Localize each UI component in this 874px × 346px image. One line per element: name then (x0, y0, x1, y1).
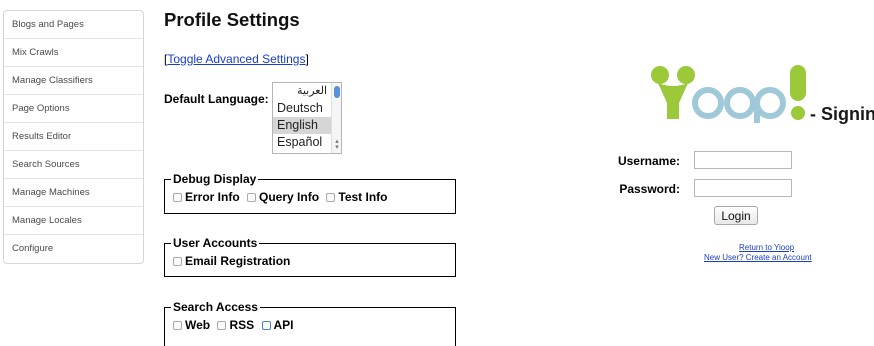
sidebar-item-results-editor[interactable]: Results Editor (4, 123, 143, 151)
sidebar-item-blogs-and-pages[interactable]: Blogs and Pages (4, 11, 143, 39)
debug-display-fieldset: Debug Display Error Info Query Info Test… (164, 172, 456, 214)
rss-checkbox[interactable] (217, 321, 227, 330)
user-accounts-legend: User Accounts (173, 236, 258, 250)
sidebar-menu: Blogs and Pages Mix Crawls Manage Classi… (3, 10, 144, 264)
language-scrollbar[interactable]: ▴ ▾ (331, 83, 341, 153)
toggle-bracket-close: ] (305, 52, 309, 66)
username-input[interactable] (694, 151, 792, 169)
sidebar-item-configure[interactable]: Configure (4, 235, 143, 263)
scrollbar-thumb[interactable] (334, 86, 340, 98)
password-input[interactable] (694, 179, 792, 197)
rss-label: RSS (229, 318, 255, 332)
test-info-label: Test Info (338, 190, 388, 204)
sidebar-item-mix-crawls[interactable]: Mix Crawls (4, 39, 143, 67)
username-label: Username: (617, 154, 680, 168)
sidebar-item-manage-locales[interactable]: Manage Locales (4, 207, 143, 235)
error-info-label: Error Info (185, 190, 240, 204)
signin-heading: - Signin (810, 104, 874, 124)
debug-display-legend: Debug Display (173, 172, 257, 186)
search-access-legend: Search Access (173, 300, 258, 314)
page-title: Profile Settings (164, 9, 300, 30)
email-registration-checkbox[interactable] (173, 257, 182, 266)
web-label: Web (185, 318, 211, 332)
login-button[interactable]: Login (714, 206, 758, 225)
sidebar-item-manage-machines[interactable]: Manage Machines (4, 179, 143, 207)
sidebar-item-search-sources[interactable]: Search Sources (4, 151, 143, 179)
web-checkbox[interactable] (173, 321, 182, 330)
create-account-link[interactable]: New User? Create an Account (704, 253, 812, 262)
sidebar-item-manage-classifiers[interactable]: Manage Classifiers (4, 67, 143, 95)
toggle-advanced-link[interactable]: Toggle Advanced Settings (167, 52, 305, 66)
toggle-advanced-settings: [Toggle Advanced Settings] (164, 52, 309, 66)
email-registration-label: Email Registration (185, 254, 291, 268)
test-info-checkbox[interactable] (326, 193, 336, 202)
api-label: API (273, 318, 294, 332)
search-access-fieldset: Search Access Web RSS API (164, 300, 456, 346)
error-info-checkbox[interactable] (173, 193, 182, 202)
sidebar-item-page-options[interactable]: Page Options (4, 95, 143, 123)
default-language-label: Default Language: (164, 92, 269, 106)
user-accounts-fieldset: User Accounts Email Registration (164, 236, 456, 277)
api-checkbox[interactable] (261, 321, 271, 330)
scroll-arrows-icon[interactable]: ▴ ▾ (332, 138, 341, 151)
default-language-select[interactable]: العربية Deutsch English Español ▴ ▾ (272, 82, 342, 154)
return-to-yioop-link[interactable]: Return to Yioop (739, 243, 794, 252)
query-info-checkbox[interactable] (247, 193, 257, 202)
query-info-label: Query Info (259, 190, 320, 204)
password-label: Password: (619, 182, 680, 196)
yioop-logo (651, 65, 806, 123)
